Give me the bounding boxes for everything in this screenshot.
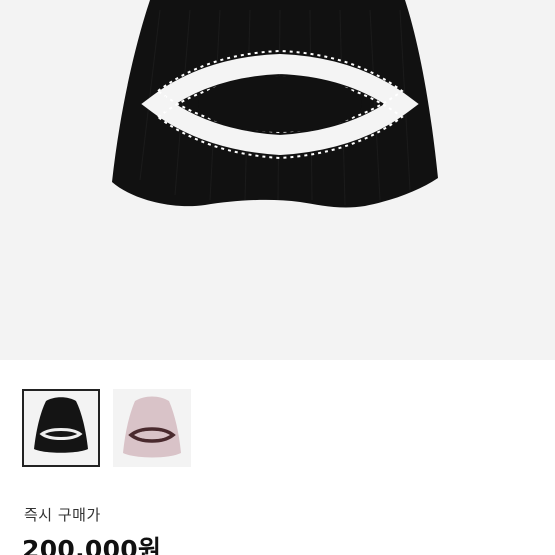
black-beanie-icon xyxy=(112,0,438,208)
product-page: 즉시 구매가 200,000원 xyxy=(0,0,555,555)
pink-beanie-thumb-icon xyxy=(123,396,181,458)
black-beanie-thumb-icon xyxy=(34,397,88,453)
product-main-image[interactable] xyxy=(0,0,555,360)
thumbnail-black-beanie[interactable] xyxy=(22,389,100,467)
thumbnail-list xyxy=(22,389,191,467)
thumbnail-pink-beanie[interactable] xyxy=(113,389,191,467)
instant-buy-label: 즉시 구매가 xyxy=(24,506,101,524)
instant-buy-price: 200,000원 xyxy=(22,535,162,555)
